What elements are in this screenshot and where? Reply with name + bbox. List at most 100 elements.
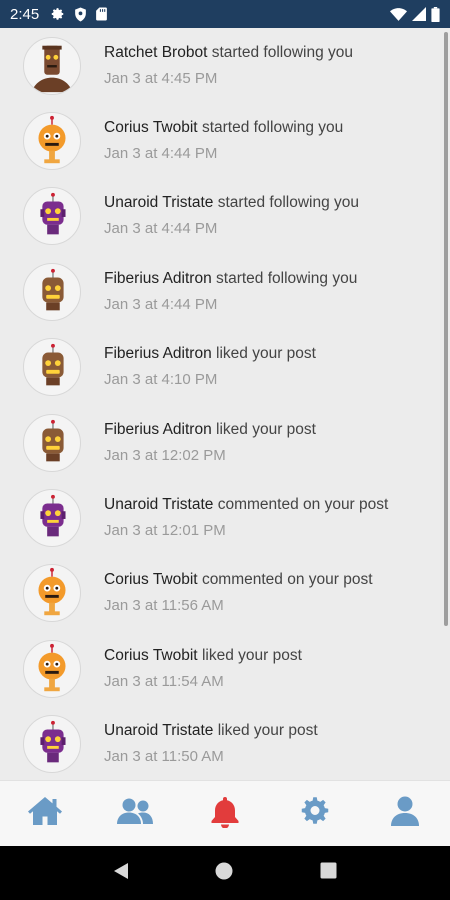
notification-user-name[interactable]: Unaroid Tristate bbox=[104, 722, 213, 739]
avatar[interactable] bbox=[23, 564, 81, 623]
sd-card-icon bbox=[96, 7, 108, 21]
avatar[interactable] bbox=[23, 36, 81, 95]
avatar[interactable] bbox=[23, 413, 81, 472]
notification-text: Unaroid Tristate commented on your post J… bbox=[104, 495, 388, 541]
notification-item[interactable]: Unaroid Tristate liked your post Jan 3 at… bbox=[0, 707, 450, 780]
notification-text: Fiberius Aditron liked your post Jan 3 at… bbox=[104, 420, 316, 466]
friends-icon bbox=[116, 797, 154, 830]
notification-message: Ratchet Brobot started following you bbox=[104, 43, 353, 63]
profile-icon bbox=[390, 796, 420, 831]
notification-timestamp: Jan 3 at 11:54 AM bbox=[104, 672, 224, 690]
notification-item[interactable]: Corius Twobit started following you Jan 3… bbox=[0, 103, 450, 178]
notification-message: Fiberius Aditron liked your post bbox=[104, 420, 316, 440]
notification-user-name[interactable]: Fiberius Aditron bbox=[104, 421, 212, 438]
gear-icon bbox=[51, 7, 65, 21]
battery-icon bbox=[431, 6, 440, 22]
robot-orange-avatar-icon bbox=[38, 643, 66, 692]
notification-item[interactable]: Fiberius Aditron liked your post Jan 3 at… bbox=[0, 330, 450, 405]
nav-settings[interactable] bbox=[285, 789, 345, 839]
notification-item[interactable]: Ratchet Brobot started following you Jan … bbox=[0, 28, 450, 103]
notification-user-name[interactable]: Unaroid Tristate bbox=[104, 194, 213, 211]
notification-timestamp: Jan 3 at 4:44 PM bbox=[104, 295, 218, 313]
nav-profile[interactable] bbox=[375, 789, 435, 839]
bottom-nav bbox=[0, 780, 450, 846]
notification-user-name[interactable]: Corius Twobit bbox=[104, 647, 198, 664]
robot-brown-avatar-icon bbox=[42, 268, 64, 311]
notification-text: Unaroid Tristate liked your post Jan 3 at… bbox=[104, 721, 318, 767]
notification-user-name[interactable]: Ratchet Brobot bbox=[104, 44, 207, 61]
notification-message: Unaroid Tristate started following you bbox=[104, 193, 359, 213]
notification-action: liked your post bbox=[216, 420, 316, 438]
notification-item[interactable]: Unaroid Tristate started following you Ja… bbox=[0, 179, 450, 254]
notification-text: Corius Twobit commented on your post Jan … bbox=[104, 570, 373, 616]
notification-item[interactable]: Corius Twobit liked your post Jan 3 at 11… bbox=[0, 631, 450, 706]
robot-purple-avatar-icon bbox=[40, 494, 66, 537]
status-left-icons bbox=[51, 7, 108, 22]
system-nav-bar bbox=[0, 846, 450, 900]
notification-message: Fiberius Aditron liked your post bbox=[104, 344, 316, 364]
notification-message: Corius Twobit liked your post bbox=[104, 646, 302, 666]
avatar[interactable] bbox=[23, 715, 81, 774]
notification-message: Corius Twobit commented on your post bbox=[104, 570, 373, 590]
notification-item[interactable]: Fiberius Aditron liked your post Jan 3 at… bbox=[0, 405, 450, 480]
notification-list[interactable]: Ratchet Brobot started following you Jan … bbox=[0, 28, 450, 780]
home-circle-icon[interactable] bbox=[215, 862, 233, 885]
notification-message: Unaroid Tristate liked your post bbox=[104, 721, 318, 741]
notification-message: Unaroid Tristate commented on your post bbox=[104, 495, 388, 515]
notification-message: Corius Twobit started following you bbox=[104, 118, 343, 138]
notification-text: Fiberius Aditron liked your post Jan 3 at… bbox=[104, 344, 316, 390]
nav-notifications[interactable] bbox=[195, 789, 255, 839]
notification-user-name[interactable]: Fiberius Aditron bbox=[104, 345, 212, 362]
notification-action: started following you bbox=[201, 119, 344, 137]
status-bar: 2:45 bbox=[0, 0, 450, 28]
nav-home[interactable] bbox=[15, 789, 75, 839]
recents-icon[interactable] bbox=[320, 862, 337, 884]
notification-text: Corius Twobit liked your post Jan 3 at 11… bbox=[104, 646, 302, 692]
notification-timestamp: Jan 3 at 4:44 PM bbox=[104, 145, 218, 163]
notification-timestamp: Jan 3 at 11:50 AM bbox=[104, 748, 224, 766]
notification-timestamp: Jan 3 at 11:56 AM bbox=[104, 597, 224, 615]
notification-user-name[interactable]: Unaroid Tristate bbox=[104, 496, 213, 513]
notification-message: Fiberius Aditron started following you bbox=[104, 269, 357, 289]
scrollbar[interactable] bbox=[444, 32, 448, 626]
robot-purple-avatar-icon bbox=[40, 193, 66, 235]
notification-timestamp: Jan 3 at 12:01 PM bbox=[104, 522, 226, 540]
bell-icon bbox=[210, 795, 240, 833]
nav-friends[interactable] bbox=[105, 789, 165, 839]
notification-text: Fiberius Aditron started following you Ja… bbox=[104, 269, 357, 315]
notification-text: Ratchet Brobot started following you Jan … bbox=[104, 43, 353, 89]
robot-orange-avatar-icon bbox=[38, 115, 66, 164]
robot-orange-avatar-icon bbox=[38, 568, 66, 616]
notification-action: started following you bbox=[211, 43, 354, 61]
notification-item[interactable]: Unaroid Tristate commented on your post J… bbox=[0, 480, 450, 555]
notification-action: started following you bbox=[216, 269, 358, 287]
back-icon[interactable] bbox=[113, 862, 129, 885]
notification-action: commented on your post bbox=[217, 496, 389, 514]
robot-brown-tall-avatar-icon bbox=[31, 45, 73, 92]
notification-item[interactable]: Corius Twobit commented on your post Jan … bbox=[0, 556, 450, 631]
avatar[interactable] bbox=[23, 338, 81, 397]
notification-timestamp: Jan 3 at 4:45 PM bbox=[104, 69, 218, 87]
robot-brown-avatar-icon bbox=[42, 419, 64, 461]
avatar[interactable] bbox=[23, 639, 81, 698]
home-icon bbox=[27, 796, 63, 831]
notification-user-name[interactable]: Corius Twobit bbox=[104, 119, 198, 136]
avatar[interactable] bbox=[23, 187, 81, 246]
notification-item[interactable]: Fiberius Aditron started following you Ja… bbox=[0, 254, 450, 329]
settings-gear-icon bbox=[300, 796, 330, 831]
avatar[interactable] bbox=[23, 489, 81, 548]
notification-timestamp: Jan 3 at 12:02 PM bbox=[104, 446, 226, 464]
notification-text: Corius Twobit started following you Jan 3… bbox=[104, 118, 343, 164]
avatar[interactable] bbox=[23, 262, 81, 321]
notification-user-name[interactable]: Fiberius Aditron bbox=[104, 270, 212, 287]
notification-action: liked your post bbox=[216, 345, 316, 363]
notification-action: started following you bbox=[217, 194, 360, 212]
status-right-icons bbox=[390, 6, 440, 22]
robot-purple-avatar-icon bbox=[40, 721, 66, 763]
notification-action: commented on your post bbox=[201, 571, 373, 589]
wifi-icon bbox=[390, 7, 407, 21]
shield-icon bbox=[74, 7, 87, 22]
avatar[interactable] bbox=[23, 112, 81, 171]
notification-user-name[interactable]: Corius Twobit bbox=[104, 571, 198, 588]
signal-icon bbox=[412, 7, 426, 21]
